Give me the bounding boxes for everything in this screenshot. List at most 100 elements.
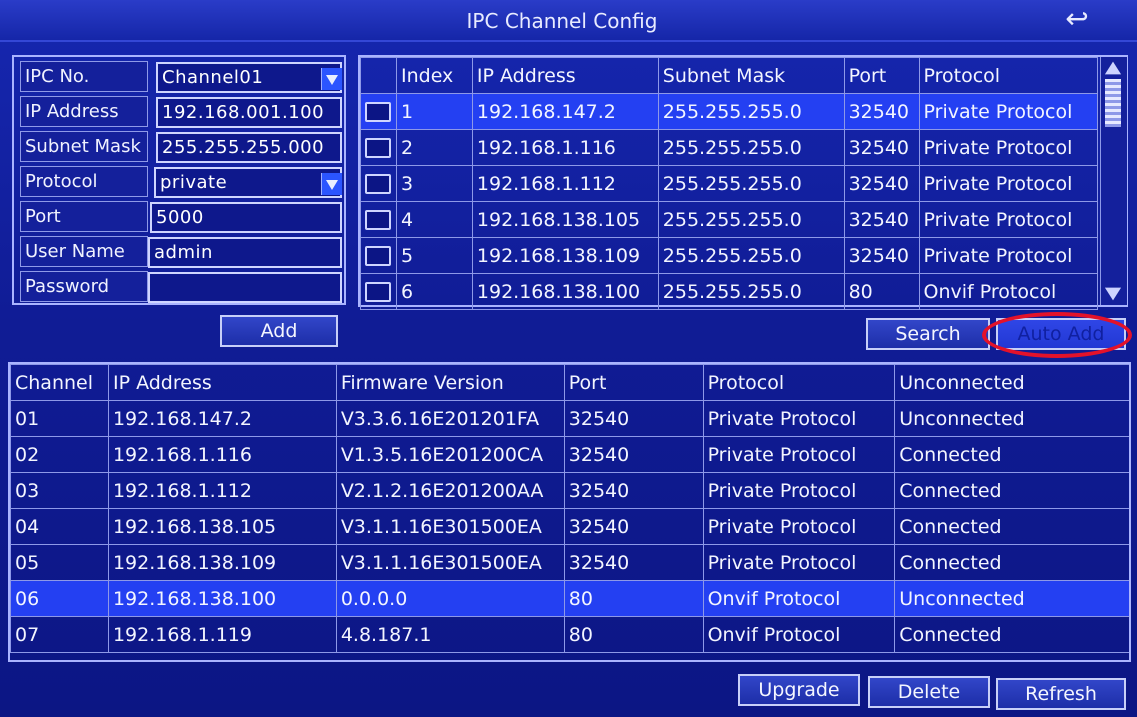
table-row[interactable]: 3 192.168.1.112 255.255.255.0 32540 Priv… bbox=[360, 165, 1099, 202]
protocol-cell: Private Protocol bbox=[918, 165, 1099, 202]
refresh-button[interactable]: Refresh bbox=[996, 678, 1126, 710]
row-checkbox[interactable] bbox=[365, 210, 391, 230]
ip-cell: 192.168.138.100 bbox=[471, 273, 659, 310]
password-field[interactable] bbox=[148, 272, 342, 303]
protocol-cell: Onvif Protocol bbox=[702, 616, 896, 653]
port-label: Port bbox=[20, 201, 148, 232]
ip-cell: 192.168.1.112 bbox=[107, 472, 337, 509]
firmware-cell: V2.1.2.16E201200AA bbox=[335, 472, 565, 509]
table-row[interactable]: 05 192.168.138.109 V3.1.1.16E301500EA 32… bbox=[10, 544, 1129, 581]
table-row[interactable]: 07 192.168.1.119 4.8.187.1 80 Onvif Prot… bbox=[10, 616, 1129, 653]
form-row-password: Password bbox=[18, 271, 344, 304]
user-name-label: User Name bbox=[20, 236, 148, 267]
scroll-down-arrow-icon[interactable] bbox=[1104, 287, 1122, 301]
table-row[interactable]: 04 192.168.138.105 V3.1.1.16E301500EA 32… bbox=[10, 508, 1129, 545]
port-cell: 32540 bbox=[843, 165, 920, 202]
form-row-mask: Subnet Mask 255.255.255.000 bbox=[18, 131, 344, 164]
table-row[interactable]: 5 192.168.138.109 255.255.255.0 32540 Pr… bbox=[360, 237, 1099, 274]
table-row[interactable]: 01 192.168.147.2 V3.3.6.16E201201FA 3254… bbox=[10, 400, 1129, 437]
search-results-table: Index IP Address Subnet Mask Port Protoc… bbox=[358, 55, 1128, 310]
scroll-thumb[interactable] bbox=[1105, 79, 1121, 127]
protocol-header: Protocol bbox=[702, 364, 896, 401]
index-cell: 2 bbox=[395, 129, 473, 166]
ip-cell: 192.168.1.112 bbox=[471, 165, 659, 202]
table-row[interactable]: 4 192.168.138.105 255.255.255.0 32540 Pr… bbox=[360, 201, 1099, 238]
protocol-label: Protocol bbox=[20, 166, 148, 197]
table-row[interactable]: 2 192.168.1.116 255.255.255.0 32540 Priv… bbox=[360, 129, 1099, 166]
ip-cell: 192.168.1.116 bbox=[107, 436, 337, 473]
subnet-mask-label: Subnet Mask bbox=[20, 131, 148, 162]
row-checkbox[interactable] bbox=[365, 174, 391, 194]
ip-cell: 192.168.138.109 bbox=[471, 237, 659, 274]
status-cell: Connected bbox=[894, 436, 1129, 473]
search-button[interactable]: Search bbox=[866, 318, 990, 350]
row-checkbox[interactable] bbox=[365, 138, 391, 158]
table-row[interactable]: 03 192.168.1.112 V2.1.2.16E201200AA 3254… bbox=[10, 472, 1129, 509]
mask-cell: 255.255.255.0 bbox=[657, 165, 845, 202]
channel-header: Channel bbox=[10, 364, 109, 401]
return-arrow-icon[interactable]: ↩ bbox=[1060, 4, 1094, 34]
row-checkbox[interactable] bbox=[365, 246, 391, 266]
port-cell: 32540 bbox=[563, 472, 704, 509]
firmware-cell: V1.3.5.16E201200CA bbox=[335, 436, 565, 473]
upgrade-button[interactable]: Upgrade bbox=[738, 674, 860, 706]
index-cell: 4 bbox=[395, 201, 473, 238]
index-header: Index bbox=[395, 57, 473, 94]
row-checkbox[interactable] bbox=[365, 282, 391, 302]
vertical-scrollbar[interactable] bbox=[1100, 57, 1127, 305]
scroll-up-arrow-icon[interactable] bbox=[1104, 61, 1122, 75]
channel-cell: 02 bbox=[10, 436, 109, 473]
firmware-cell: 0.0.0.0 bbox=[335, 580, 565, 617]
subnet-mask-field[interactable]: 255.255.255.000 bbox=[156, 132, 342, 163]
ip-cell: 192.168.138.105 bbox=[471, 201, 659, 238]
checkbox-header bbox=[360, 57, 397, 94]
firmware-cell: V3.1.1.16E301500EA bbox=[335, 508, 565, 545]
port-field[interactable]: 5000 bbox=[150, 202, 342, 233]
table-row[interactable]: 6 192.168.138.100 255.255.255.0 80 Onvif… bbox=[360, 273, 1099, 310]
port-cell: 32540 bbox=[563, 508, 704, 545]
status-cell: Connected bbox=[894, 508, 1129, 545]
status-header: Unconnected bbox=[894, 364, 1129, 401]
ip-cell: 192.168.1.116 bbox=[471, 129, 659, 166]
channel-cell: 03 bbox=[10, 472, 109, 509]
table-row[interactable]: 1 192.168.147.2 255.255.255.0 32540 Priv… bbox=[360, 93, 1099, 130]
form-row-ip: IP Address 192.168.001.100 bbox=[18, 96, 344, 129]
delete-button[interactable]: Delete bbox=[868, 676, 990, 708]
ipc-no-label: IPC No. bbox=[20, 61, 148, 92]
ip-address-field[interactable]: 192.168.001.100 bbox=[156, 97, 342, 128]
chevron-down-icon[interactable] bbox=[321, 68, 342, 90]
window-title: IPC Channel Config bbox=[466, 9, 658, 33]
mask-cell: 255.255.255.0 bbox=[657, 129, 845, 166]
chevron-down-icon[interactable] bbox=[321, 173, 342, 195]
protocol-cell: Private Protocol bbox=[702, 472, 896, 509]
port-cell: 80 bbox=[563, 616, 704, 653]
table-header-row: Channel IP Address Firmware Version Port… bbox=[10, 364, 1129, 401]
port-header: Port bbox=[843, 57, 920, 94]
row-checkbox[interactable] bbox=[365, 102, 391, 122]
firmware-cell: V3.1.1.16E301500EA bbox=[335, 544, 565, 581]
table-header-row: Index IP Address Subnet Mask Port Protoc… bbox=[360, 57, 1099, 94]
port-cell: 32540 bbox=[843, 237, 920, 274]
ipc-no-select[interactable]: Channel01 bbox=[156, 62, 342, 93]
protocol-header: Protocol bbox=[918, 57, 1099, 94]
status-cell: Connected bbox=[894, 472, 1129, 509]
table-row[interactable]: 06 192.168.138.100 0.0.0.0 80 Onvif Prot… bbox=[10, 580, 1129, 617]
table-row[interactable]: 02 192.168.1.116 V1.3.5.16E201200CA 3254… bbox=[10, 436, 1129, 473]
user-name-field[interactable]: admin bbox=[148, 237, 342, 268]
protocol-cell: Private Protocol bbox=[918, 201, 1099, 238]
port-cell: 32540 bbox=[843, 201, 920, 238]
password-label: Password bbox=[20, 271, 148, 302]
status-cell: Connected bbox=[894, 544, 1129, 581]
protocol-cell: Private Protocol bbox=[702, 400, 896, 437]
add-button[interactable]: Add bbox=[220, 315, 338, 347]
protocol-select[interactable]: private bbox=[154, 167, 342, 198]
ipc-no-value: Channel01 bbox=[162, 67, 264, 88]
protocol-cell: Private Protocol bbox=[702, 544, 896, 581]
mask-cell: 255.255.255.0 bbox=[657, 273, 845, 310]
mask-cell: 255.255.255.0 bbox=[657, 201, 845, 238]
protocol-cell: Onvif Protocol bbox=[702, 580, 896, 617]
status-cell: Unconnected bbox=[894, 580, 1129, 617]
ipc-channel-config-window: IPC Channel Config ↩ IPC No. Channel01 I… bbox=[0, 0, 1137, 717]
ip-cell: 192.168.138.100 bbox=[107, 580, 337, 617]
protocol-cell: Onvif Protocol bbox=[918, 273, 1099, 310]
